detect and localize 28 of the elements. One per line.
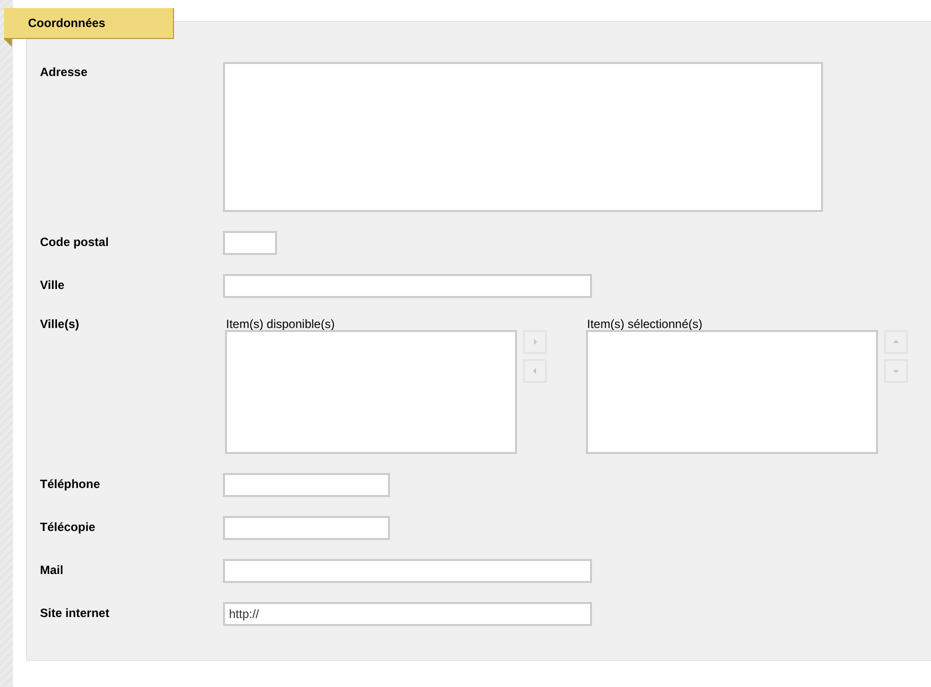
arrow-button[interactable] (523, 330, 547, 354)
field-label: Code postal (40, 234, 110, 250)
field-label: Mail (40, 562, 64, 578)
left-arrow-icon (531, 367, 539, 375)
field-label: Site internet (40, 605, 110, 621)
input-field[interactable] (223, 231, 277, 255)
input-field[interactable] (223, 559, 592, 583)
list-caption: Item(s) sélectionné(s) (587, 317, 704, 331)
list-box[interactable] (225, 330, 517, 454)
field-label: Ville (40, 277, 66, 293)
right-arrow-icon (531, 338, 539, 346)
input-field[interactable] (223, 516, 390, 540)
field-label: Ville(s) (40, 317, 80, 332)
list-caption: Item(s) disponible(s) (226, 317, 336, 331)
section-title: Coordonnées (28, 16, 106, 30)
input-field[interactable] (223, 473, 390, 497)
down-arrow-icon (892, 367, 900, 375)
field-label: Adresse (40, 64, 88, 80)
field-label: Téléphone (40, 476, 102, 492)
up-arrow-icon (892, 338, 900, 346)
input-field[interactable] (223, 274, 592, 298)
field-label: Télécopie (40, 519, 96, 535)
arrow-button[interactable] (884, 359, 908, 383)
arrow-button[interactable] (884, 330, 908, 354)
list-box[interactable] (586, 330, 878, 454)
input-field[interactable]: http:// (223, 602, 592, 626)
arrow-button[interactable] (523, 359, 547, 383)
address-field[interactable] (223, 62, 823, 212)
